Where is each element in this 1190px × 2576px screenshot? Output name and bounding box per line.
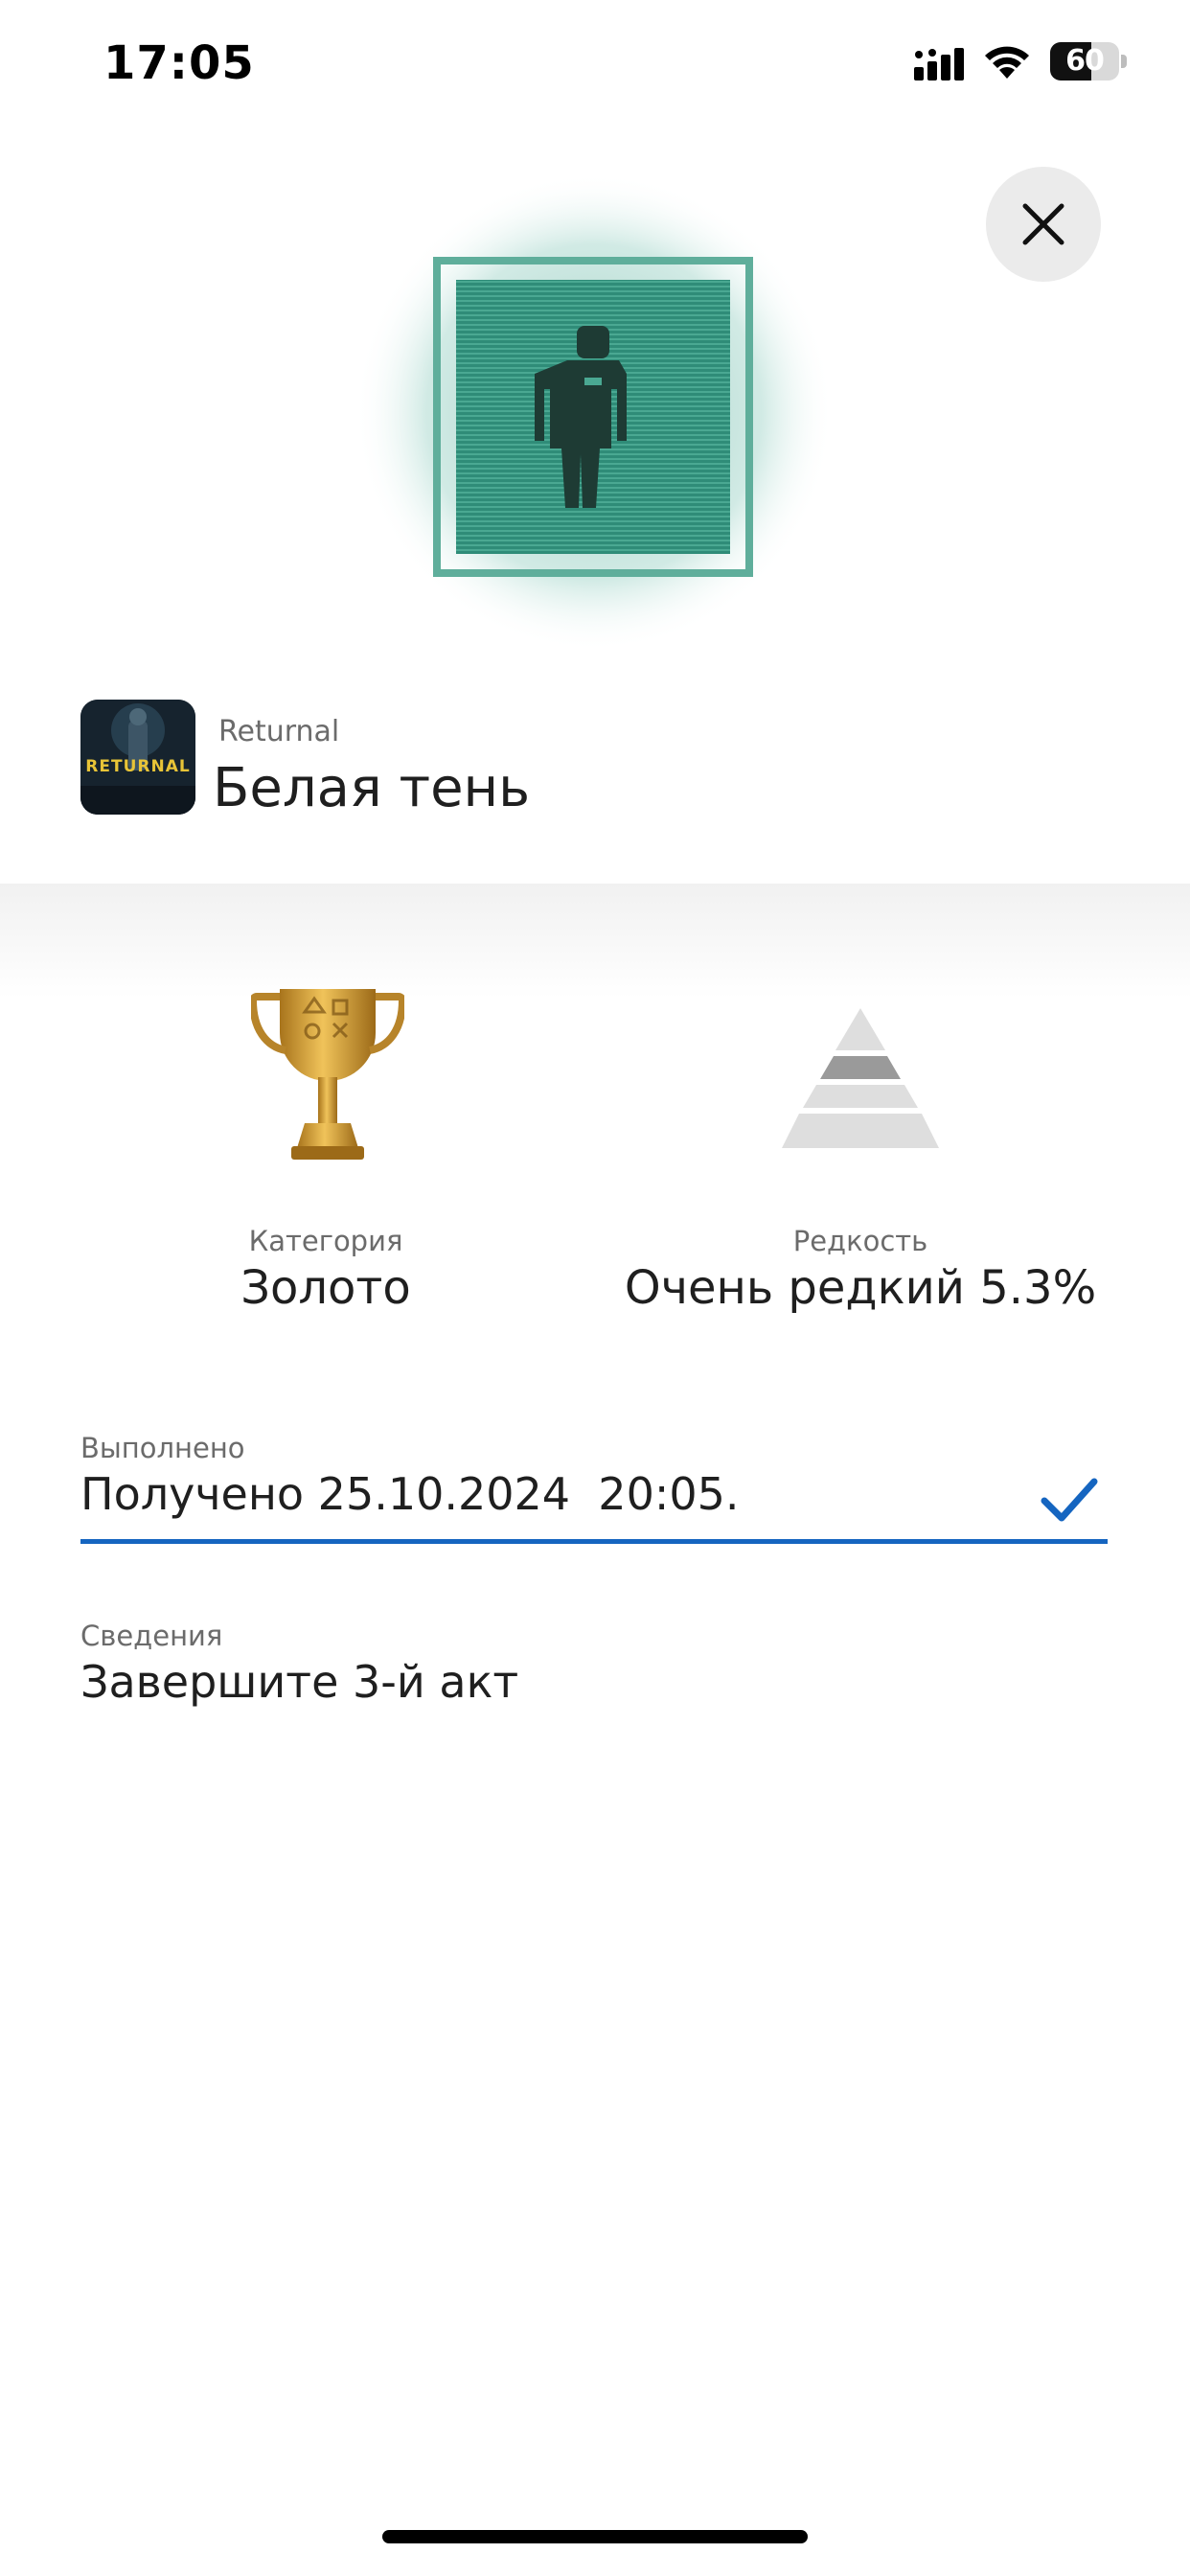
gold-trophy-icon <box>251 989 404 1160</box>
status-time: 17:05 <box>103 36 255 90</box>
game-name: Returnal <box>218 715 340 748</box>
category-value: Золото <box>240 1261 411 1315</box>
checkmark-icon <box>1041 1478 1098 1522</box>
close-icon <box>1022 203 1064 245</box>
rarity-label: Редкость <box>792 1225 928 1257</box>
section-divider <box>0 884 1190 999</box>
game-thumbnail-logo: RETURNAL <box>85 757 191 776</box>
category-label: Категория <box>248 1225 403 1257</box>
cellular-signal-icon <box>914 48 964 80</box>
battery-percent: 60 <box>1065 44 1105 78</box>
details-label: Сведения <box>80 1620 223 1652</box>
trophy-name: Белая тень <box>213 757 531 819</box>
earned-underline <box>80 1539 1108 1544</box>
close-button[interactable] <box>986 167 1101 282</box>
earned-value: Получено 25.10.2024 20:05. <box>80 1468 740 1520</box>
rarity-value: Очень редкий 5.3% <box>624 1261 1097 1315</box>
trophy-artwork <box>355 172 834 652</box>
rarity-pyramid-icon <box>782 1008 939 1148</box>
earned-label: Выполнено <box>80 1432 245 1464</box>
details-value: Завершите 3-й акт <box>80 1656 519 1708</box>
home-indicator[interactable] <box>382 2530 808 2543</box>
status-bar: 17:05 60 <box>0 0 1190 134</box>
wifi-icon <box>985 46 1029 79</box>
game-thumbnail: RETURNAL <box>80 700 195 815</box>
battery-icon: 60 <box>1050 42 1127 80</box>
